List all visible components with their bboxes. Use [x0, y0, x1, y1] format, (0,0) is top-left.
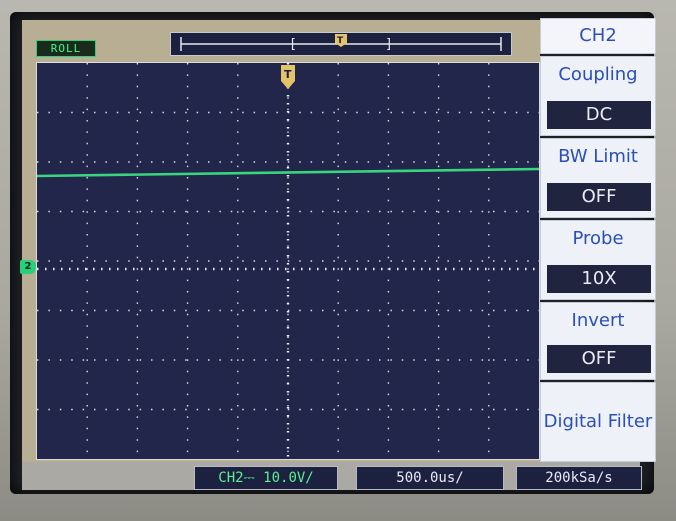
bw-limit-value: OFF: [547, 183, 651, 211]
digital-filter-softkey[interactable]: Digital Filter: [540, 382, 656, 462]
coupling-softkey[interactable]: Coupling DC: [540, 56, 656, 136]
invert-label: Invert: [571, 310, 625, 331]
timebase-readout[interactable]: 500.0us/: [356, 466, 504, 490]
probe-value: 10X: [547, 265, 651, 293]
invert-value: OFF: [547, 345, 651, 373]
sample-rate-readout: 200kSa/s: [516, 466, 642, 490]
buffer-left-bracket: [: [289, 37, 297, 52]
channel-menu: CH2 Coupling DC BW Limit OFF Probe 10X I…: [540, 18, 656, 464]
memory-position-graphic: [ ] T: [180, 34, 502, 52]
coupling-label: Coupling: [558, 64, 638, 85]
memory-position-bar: [ ] T: [170, 32, 512, 56]
trigger-position-label: T: [284, 68, 292, 81]
menu-title-ch2: CH2: [540, 18, 656, 54]
buffer-trigger-marker: T: [337, 36, 344, 46]
channel-2-ground-marker[interactable]: 2: [20, 260, 36, 274]
coupling-value: DC: [547, 101, 651, 129]
invert-softkey[interactable]: Invert OFF: [540, 302, 656, 380]
waveform-plot: T: [36, 62, 540, 460]
run-status-indicator: ROLL: [36, 40, 96, 57]
probe-softkey[interactable]: Probe 10X: [540, 220, 656, 300]
waveform-graticule: T: [36, 63, 540, 459]
buffer-right-bracket: ]: [385, 37, 393, 52]
channel-2-scale-readout[interactable]: CH2⎓ 10.0V/: [194, 466, 338, 490]
channel-2-trace: [36, 167, 540, 178]
bw-limit-label: BW Limit: [558, 146, 638, 167]
bw-limit-softkey[interactable]: BW Limit OFF: [540, 138, 656, 218]
probe-label: Probe: [572, 228, 624, 249]
bottom-status-bar: CH2⎓ 10.0V/ 500.0us/ 200kSa/s: [22, 462, 642, 490]
